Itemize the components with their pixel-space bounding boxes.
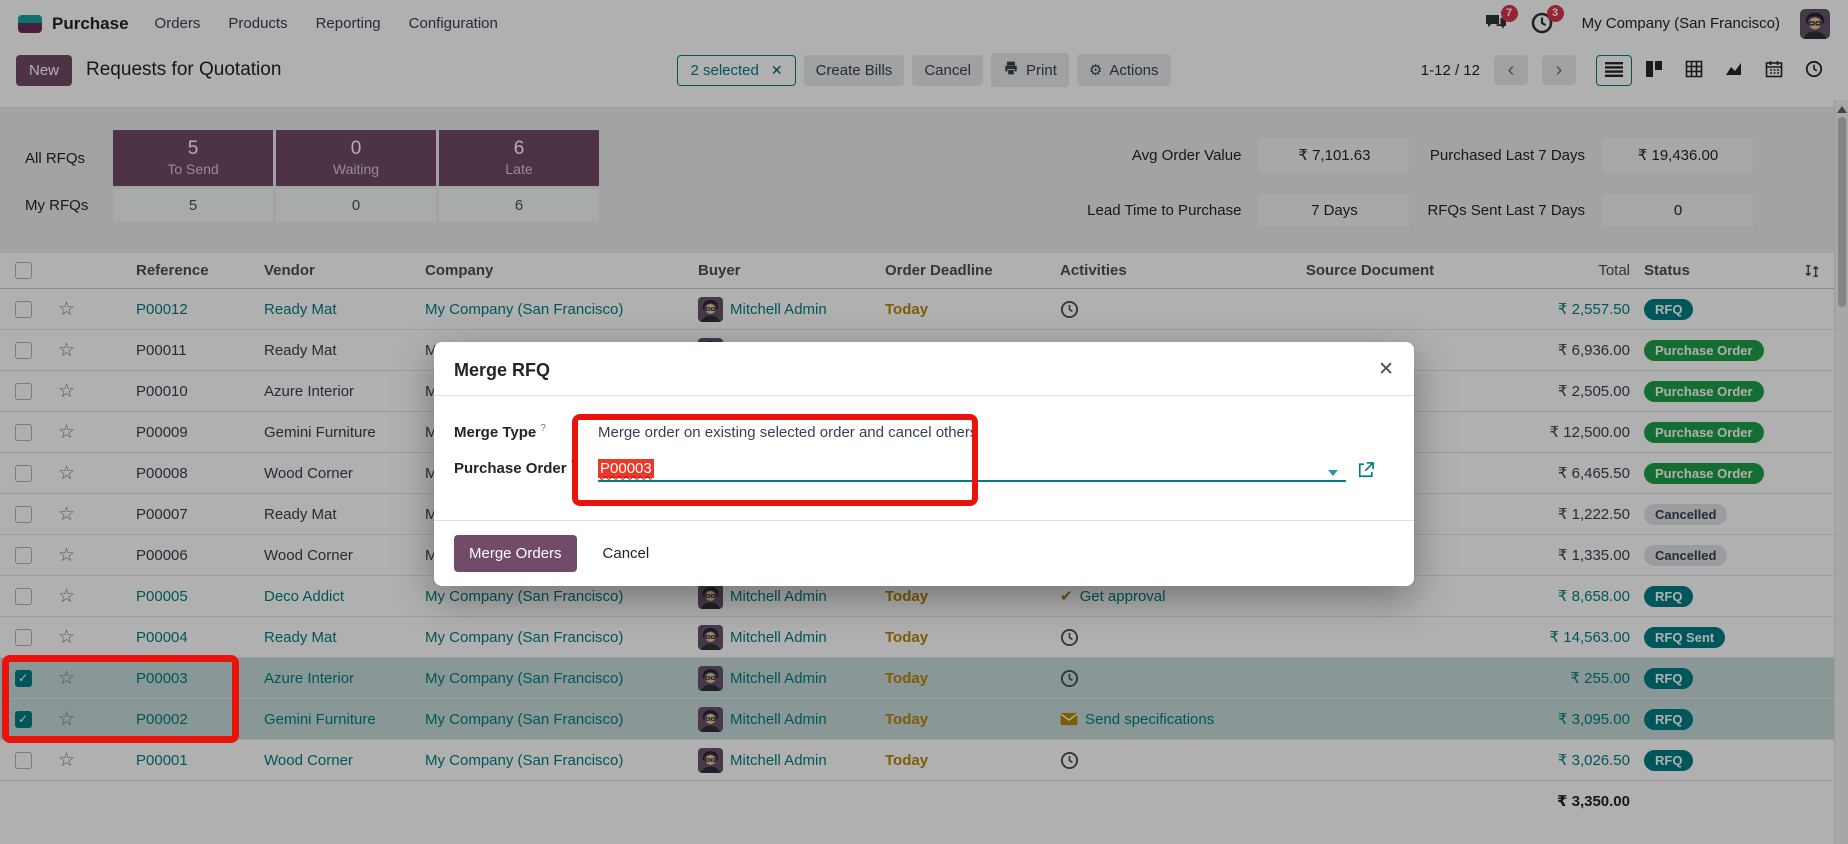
- dialog-title: Merge RFQ: [454, 360, 551, 380]
- purchase-order-label: Purchase Order ?: [454, 459, 577, 477]
- external-link-icon[interactable]: [1356, 460, 1376, 480]
- merge-type-value[interactable]: Merge order on existing selected order a…: [580, 424, 1394, 441]
- purchase-app-page: Purchase Orders Products Reporting Confi…: [0, 0, 1848, 844]
- merge-rfq-dialog: Merge RFQ ✕ Merge Type ? Merge order on …: [434, 342, 1414, 586]
- purchase-order-value[interactable]: P00003: [598, 458, 654, 478]
- chevron-down-icon[interactable]: [1328, 470, 1338, 476]
- help-icon[interactable]: ?: [571, 459, 577, 470]
- merge-orders-button[interactable]: Merge Orders: [454, 535, 577, 572]
- purchase-order-input[interactable]: P00003: [598, 450, 1394, 486]
- merge-type-label: Merge Type ?: [454, 423, 546, 441]
- close-icon[interactable]: ✕: [1378, 360, 1394, 379]
- dialog-cancel-button[interactable]: Cancel: [603, 545, 650, 562]
- help-icon[interactable]: ?: [540, 423, 546, 434]
